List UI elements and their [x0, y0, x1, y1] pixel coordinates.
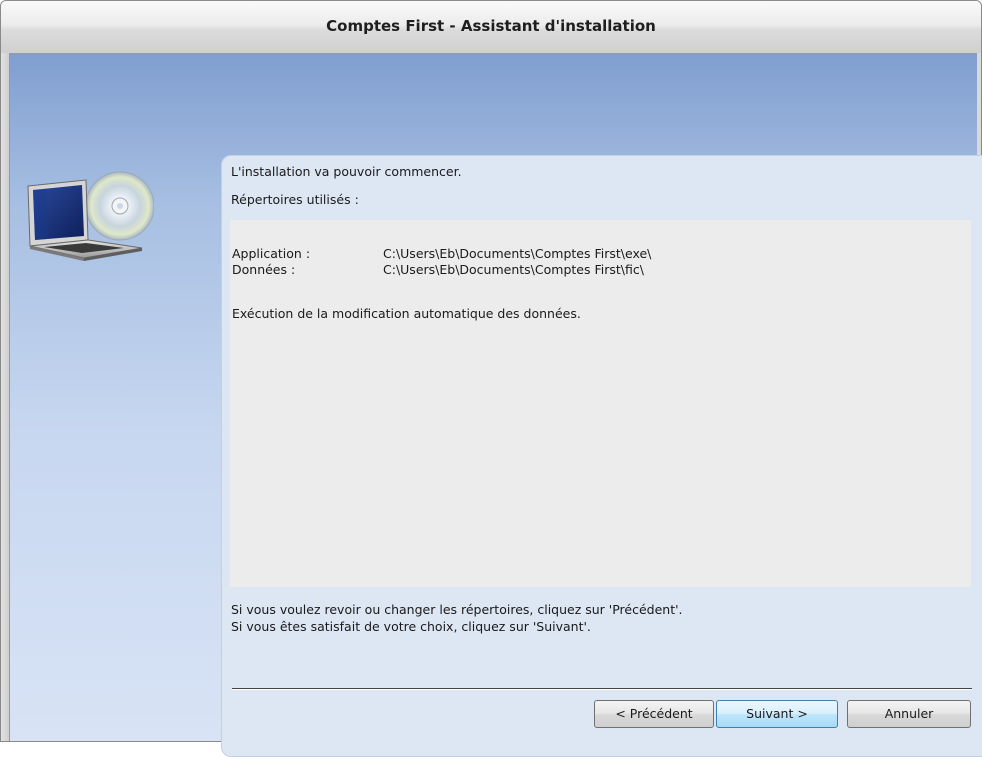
window-frame-left	[1, 53, 10, 741]
directories-label: Répertoires utilisés :	[231, 192, 359, 207]
previous-button[interactable]: < Précédent	[594, 700, 714, 728]
directory-path: C:\Users\Eb\Documents\Comptes First\fic\	[383, 262, 644, 277]
directory-label: Application :	[232, 246, 311, 261]
summary-textbox[interactable]: Application : C:\Users\Eb\Documents\Comp…	[230, 220, 971, 587]
directory-label: Données :	[232, 262, 296, 277]
title-bar[interactable]: Comptes First - Assistant d'installation	[1, 1, 981, 54]
hint-next: Si vous êtes satisfait de votre choix, c…	[231, 619, 591, 634]
cancel-button[interactable]: Annuler	[847, 700, 971, 728]
execution-note: Exécution de la modification automatique…	[232, 306, 581, 321]
next-button[interactable]: Suivant >	[716, 700, 838, 728]
directory-path: C:\Users\Eb\Documents\Comptes First\exe\	[383, 246, 652, 261]
intro-text: L'installation va pouvoir commencer.	[231, 164, 462, 179]
button-separator	[232, 688, 972, 690]
window-title: Comptes First - Assistant d'installation	[326, 17, 656, 35]
hint-previous: Si vous voulez revoir ou changer les rép…	[231, 602, 683, 617]
laptop-cd-icon	[24, 160, 155, 270]
